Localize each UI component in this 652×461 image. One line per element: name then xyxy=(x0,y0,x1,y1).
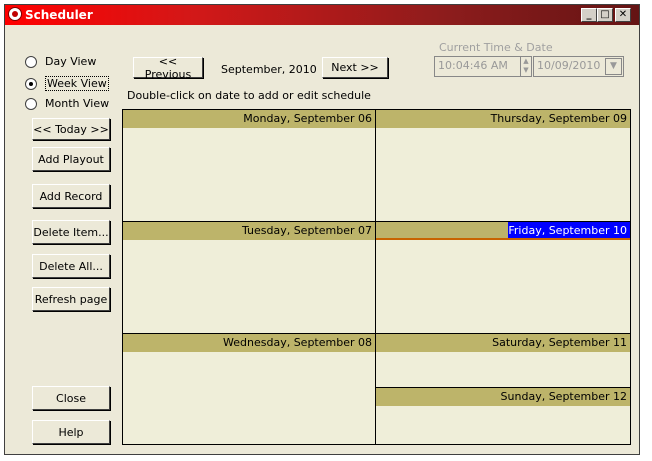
radio-label: Month View xyxy=(45,97,110,110)
day-header-sunday[interactable]: Sunday, September 12 xyxy=(376,388,630,406)
help-button[interactable]: Help xyxy=(32,420,110,444)
time-field: 10:04:46 AM xyxy=(434,56,532,77)
hint-text: Double-click on date to add or edit sche… xyxy=(127,89,371,102)
day-header-thursday[interactable]: Thursday, September 09 xyxy=(376,110,630,128)
radio-dot xyxy=(25,55,37,68)
minimize-button[interactable]: _ xyxy=(581,8,597,22)
window-title: Scheduler xyxy=(25,8,93,22)
time-value: 10:04:46 AM xyxy=(438,59,508,72)
radio-label: Week View xyxy=(45,76,109,91)
previous-button[interactable]: << Previous xyxy=(133,55,203,81)
day-header-tuesday[interactable]: Tuesday, September 07 xyxy=(123,222,375,240)
month-view-radio[interactable]: Month View xyxy=(25,97,109,110)
day-header-monday[interactable]: Monday, September 06 xyxy=(123,110,375,128)
add-playout-button[interactable]: Add Playout xyxy=(32,147,110,171)
maximize-button[interactable]: □ xyxy=(597,8,613,22)
day-header-saturday[interactable]: Saturday, September 11 xyxy=(376,334,630,352)
app-icon xyxy=(8,7,22,21)
add-record-button[interactable]: Add Record xyxy=(32,184,110,208)
date-value: 10/09/2010 xyxy=(537,59,601,72)
current-month-label: September, 2010 xyxy=(221,63,317,76)
next-button[interactable]: Next >> xyxy=(322,57,388,78)
close-window-button[interactable]: ✕ xyxy=(615,8,631,22)
delete-all-button[interactable]: Delete All... xyxy=(32,254,110,278)
refresh-page-button[interactable]: Refresh page xyxy=(32,287,110,311)
title-bar[interactable]: Scheduler _ □ ✕ xyxy=(5,5,639,25)
day-header-wednesday[interactable]: Wednesday, September 08 xyxy=(123,334,375,352)
radio-dot xyxy=(25,97,37,110)
week-view-radio[interactable]: Week View xyxy=(25,76,109,91)
close-button[interactable]: Close xyxy=(32,386,110,410)
delete-item-button[interactable]: Delete Item... xyxy=(32,220,110,244)
radio-label: Day View xyxy=(45,55,97,68)
date-dropdown-icon: ▼ xyxy=(605,58,622,75)
datetime-heading: Current Time & Date xyxy=(439,41,553,54)
today-button[interactable]: << Today >> xyxy=(32,118,110,140)
time-spinner: ▲ ▼ xyxy=(520,56,532,77)
day-header-friday-selected[interactable]: Friday, September 10 xyxy=(376,222,630,240)
day-view-radio[interactable]: Day View xyxy=(25,55,96,68)
radio-dot xyxy=(25,77,37,90)
